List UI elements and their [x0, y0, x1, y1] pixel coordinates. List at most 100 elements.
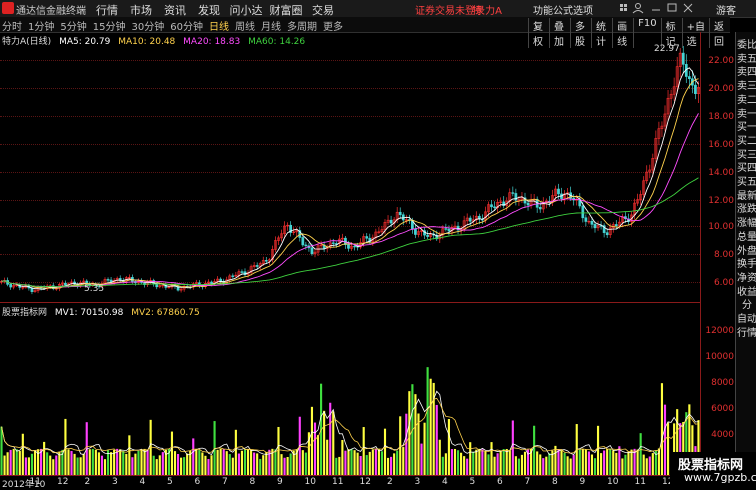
candle — [106, 277, 110, 283]
volume-bar — [642, 454, 645, 475]
tab-daily[interactable]: 日线 — [209, 18, 229, 33]
volume-bar — [27, 457, 30, 475]
tab-5min[interactable]: 5分钟 — [60, 18, 86, 33]
candle — [289, 221, 293, 237]
candle — [283, 221, 286, 237]
volume-bar — [103, 459, 107, 475]
volume-chart[interactable] — [0, 305, 700, 475]
volume-bar — [24, 457, 27, 475]
multi-stock-button[interactable]: 多股 — [570, 18, 591, 48]
menu-gongshi[interactable]: 公式 — [553, 2, 573, 17]
tab-60min[interactable]: 60分钟 — [170, 18, 203, 33]
tab-more[interactable]: 更多 — [323, 18, 343, 33]
candle — [584, 214, 588, 227]
volume-bar — [46, 452, 49, 475]
volume-bar — [12, 448, 15, 475]
tab-15min[interactable]: 15分钟 — [93, 18, 126, 33]
volume-bar — [542, 458, 545, 475]
volume-bar — [456, 450, 460, 475]
candle — [45, 283, 49, 291]
volume-bar — [289, 453, 292, 475]
tab-multi[interactable]: 多周期 — [287, 18, 317, 33]
menu-gongneng[interactable]: 功能 — [533, 2, 553, 17]
volume-bar — [52, 459, 55, 475]
volume-bar — [231, 457, 234, 475]
volume-bar — [237, 453, 240, 475]
grid-icon[interactable] — [620, 4, 627, 11]
x-tick-label: 7 — [524, 477, 531, 487]
candle — [465, 213, 469, 225]
volume-bar — [390, 456, 393, 475]
volume-bar — [469, 442, 472, 475]
volume-bar — [612, 450, 615, 475]
volume-bar — [204, 455, 207, 475]
price-tick: 22.00 — [708, 56, 734, 66]
volume-bar — [186, 453, 189, 475]
mv2-line — [1, 397, 699, 454]
candle — [669, 89, 673, 108]
volume-bar — [578, 449, 581, 475]
stock-title: 特 力A — [472, 6, 503, 17]
tab-weekly[interactable]: 周线 — [235, 18, 255, 33]
volume-bar — [76, 457, 79, 475]
candle — [611, 222, 615, 233]
x-tick-label: 9 — [277, 477, 283, 487]
volume-tick: 12000 — [705, 326, 734, 336]
menu-zixun[interactable]: 资讯 — [158, 2, 192, 18]
volume-bar — [618, 446, 621, 475]
candle — [596, 220, 600, 231]
candle — [398, 207, 402, 219]
tab-1min[interactable]: 1分钟 — [28, 18, 54, 33]
menu-shichang[interactable]: 市场 — [124, 2, 158, 18]
maximize-icon[interactable] — [667, 3, 677, 12]
volume-bar — [91, 448, 94, 475]
volume-bar — [463, 456, 466, 475]
volume-bar — [243, 449, 247, 475]
volume-bar — [447, 419, 450, 475]
side-item[interactable]: 行情 — [737, 324, 756, 339]
menu-jiaoyi[interactable]: 交易 — [306, 2, 340, 18]
volume-bar — [563, 452, 566, 475]
menu-hangqing[interactable]: 行情 — [90, 2, 124, 18]
guest-label[interactable]: 游客 — [716, 2, 736, 17]
candle — [30, 285, 34, 295]
volume-bar — [636, 449, 639, 475]
volume-bar — [146, 450, 149, 475]
menu-caifuquan[interactable]: 财富圈 — [266, 2, 306, 18]
x-tick-label: 6 — [194, 477, 201, 487]
volume-tick: 8000 — [711, 378, 734, 388]
draw-line-button[interactable]: 画线 — [612, 18, 633, 48]
volume-bar — [180, 457, 183, 475]
user-icon[interactable] — [632, 3, 644, 14]
stats-button[interactable]: 统计 — [591, 18, 612, 48]
menu-faxian[interactable]: 发现 — [192, 2, 226, 18]
menu-wenxiaoda[interactable]: 问小达 — [226, 2, 266, 18]
menu-xuanxiang[interactable]: 选项 — [573, 2, 593, 17]
volume-bar — [499, 450, 502, 475]
overlay-button[interactable]: 叠加 — [549, 18, 570, 48]
volume-bar — [100, 455, 104, 475]
fuquan-button[interactable]: 复权 — [528, 18, 549, 48]
volume-bar — [58, 452, 61, 475]
price-chart[interactable] — [0, 46, 700, 299]
volume-bar — [110, 452, 113, 475]
site-watermark: 股票指标网 www.7gpzb.com — [670, 452, 756, 487]
candle — [134, 280, 137, 286]
candle — [243, 268, 247, 277]
tab-monthly[interactable]: 月线 — [261, 18, 281, 33]
x-tick-label: 12 — [359, 477, 371, 487]
volume-bar — [253, 452, 256, 475]
volume-bar — [405, 413, 408, 475]
candle — [280, 229, 283, 242]
tab-fenshi[interactable]: 分时 — [2, 18, 22, 33]
volume-bar — [140, 449, 143, 475]
tab-30min[interactable]: 30分钟 — [131, 18, 164, 33]
volume-bar — [256, 453, 259, 475]
volume-bar — [520, 454, 524, 475]
volume-bar — [173, 451, 177, 475]
candle — [514, 188, 518, 206]
window-controls — [620, 3, 693, 14]
volume-bar — [645, 458, 648, 475]
close-icon[interactable] — [683, 3, 693, 13]
volume-bar — [475, 449, 478, 475]
